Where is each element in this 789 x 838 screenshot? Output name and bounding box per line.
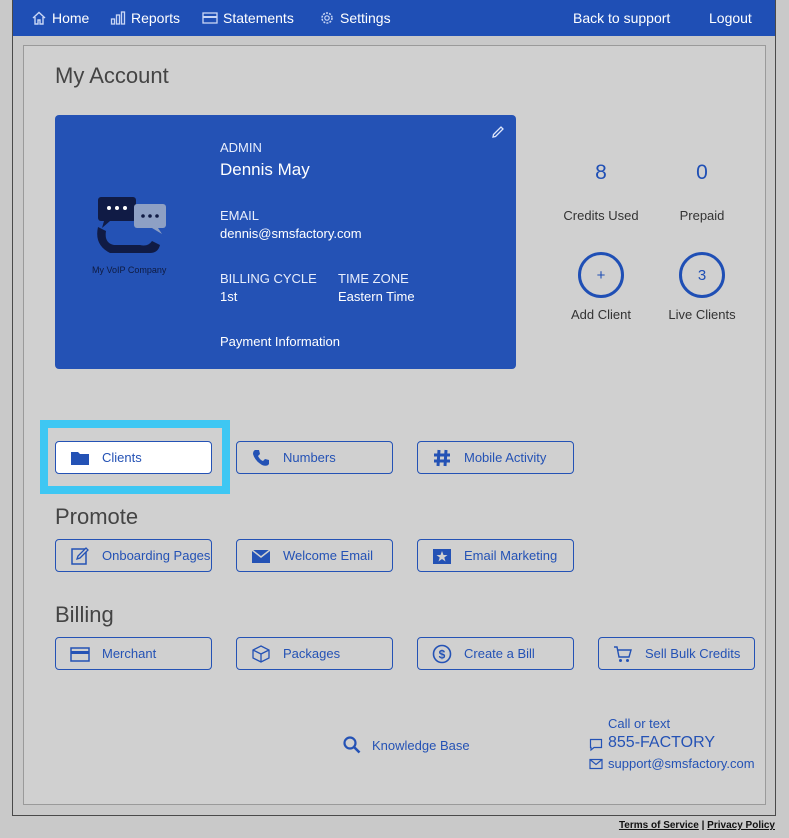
nav-logout[interactable]: Logout	[709, 0, 752, 36]
email-label: EMAIL	[220, 208, 260, 223]
credits-used-value: 8	[595, 161, 607, 184]
time-zone-value: Eastern Time	[338, 289, 415, 304]
mail-icon	[589, 758, 603, 770]
sell-bulk-credits-button[interactable]: Sell Bulk Credits	[598, 637, 755, 670]
nav-home-label: Home	[52, 10, 90, 26]
admin-label: ADMIN	[220, 140, 262, 155]
terms-of-service-link[interactable]: Terms of Service	[619, 820, 699, 831]
nav-logout-label: Logout	[709, 10, 752, 26]
legal-separator: |	[701, 820, 705, 831]
account-card: My VoIP Company ADMIN Dennis May EMAIL d…	[55, 115, 516, 369]
nav-back-to-support[interactable]: Back to support	[573, 0, 670, 36]
welcome-email-button-label: Welcome Email	[283, 548, 374, 563]
hash-icon	[434, 449, 450, 466]
bar-chart-icon	[110, 11, 126, 25]
mobile-activity-button[interactable]: Mobile Activity	[417, 441, 574, 474]
create-a-bill-button[interactable]: $ Create a Bill	[417, 637, 574, 670]
gear-icon	[321, 12, 333, 24]
search-icon	[343, 736, 361, 754]
shopping-cart-icon	[614, 645, 632, 662]
live-clients-label[interactable]: Live Clients	[647, 307, 757, 322]
card-icon	[202, 12, 218, 24]
knowledge-base-label: Knowledge Base	[372, 737, 470, 753]
time-zone-label: TIME ZONE	[338, 271, 409, 286]
numbers-button[interactable]: Numbers	[236, 441, 393, 474]
add-client-button[interactable]: +	[578, 252, 624, 298]
page-title: My Account	[55, 63, 169, 88]
home-icon	[32, 11, 46, 25]
onboarding-pages-button[interactable]: Onboarding Pages	[55, 539, 212, 572]
nav-statements-label: Statements	[223, 10, 294, 26]
prepaid-value: 0	[696, 161, 708, 184]
package-box-icon	[252, 644, 270, 663]
packages-button-label: Packages	[283, 646, 341, 661]
add-client-label[interactable]: Add Client	[546, 307, 656, 322]
privacy-policy-link[interactable]: Privacy Policy	[707, 820, 775, 831]
clients-button-label: Clients	[102, 450, 142, 465]
edit-document-icon	[71, 546, 89, 565]
welcome-email-button[interactable]: Welcome Email	[236, 539, 393, 572]
email-value: dennis@smsfactory.com	[220, 226, 362, 241]
plus-icon: +	[596, 266, 606, 284]
main-panel: My Account My VoIP Company ADMIN Dennis …	[23, 45, 766, 805]
merchant-button-label: Merchant	[102, 646, 157, 661]
pencil-icon[interactable]	[490, 124, 506, 140]
live-clients-count: 3	[697, 266, 707, 284]
logo-caption: My VoIP Company	[92, 265, 167, 275]
prepaid-label: Prepaid	[679, 208, 725, 223]
create-a-bill-button-label: Create a Bill	[464, 646, 535, 661]
credit-card-icon	[70, 646, 90, 662]
email-marketing-icon	[433, 548, 451, 564]
email-marketing-button-label: Email Marketing	[464, 548, 558, 563]
dollar-coin-icon: $	[432, 644, 452, 663]
promote-heading: Promote	[55, 504, 139, 529]
phone-icon	[253, 449, 269, 466]
svg-text:$: $	[439, 647, 446, 661]
support-email-link[interactable]: support@smsfactory.com	[608, 756, 755, 771]
call-or-text-label: Call or text	[608, 716, 671, 731]
nav-reports[interactable]: Reports	[110, 0, 180, 36]
nav-statements[interactable]: Statements	[202, 0, 294, 36]
payment-information-link[interactable]: Payment Information	[220, 334, 340, 349]
folder-icon	[71, 451, 89, 465]
billing-cycle-value: 1st	[220, 289, 238, 304]
legal-links: Terms of Service | Privacy Policy	[619, 820, 775, 831]
merchant-button[interactable]: Merchant	[55, 637, 212, 670]
knowledge-base-link[interactable]: Knowledge Base	[342, 735, 470, 755]
email-marketing-button[interactable]: Email Marketing	[417, 539, 574, 572]
nav-reports-label: Reports	[131, 10, 181, 26]
nav-back-to-support-label: Back to support	[573, 10, 671, 26]
billing-cycle-label: BILLING CYCLE	[220, 271, 317, 286]
phone-number-link[interactable]: 855-FACTORY	[608, 734, 715, 752]
nav-settings-label: Settings	[340, 10, 391, 26]
mobile-activity-button-label: Mobile Activity	[464, 450, 547, 465]
nav-settings[interactable]: Settings	[319, 0, 391, 36]
clients-button[interactable]: Clients	[55, 441, 212, 474]
envelope-icon	[251, 548, 271, 563]
admin-name: Dennis May	[220, 160, 310, 179]
billing-heading: Billing	[55, 602, 114, 627]
packages-button[interactable]: Packages	[236, 637, 393, 670]
onboarding-pages-button-label: Onboarding Pages	[102, 548, 211, 563]
numbers-button-label: Numbers	[283, 450, 336, 465]
credits-used-label: Credits Used	[563, 208, 639, 223]
sell-bulk-credits-button-label: Sell Bulk Credits	[645, 646, 741, 661]
nav-home[interactable]: Home	[31, 0, 89, 36]
chat-bubble-icon	[589, 738, 603, 752]
live-clients-button[interactable]: 3	[679, 252, 725, 298]
app-frame: Home Reports Statements Settings Back to…	[12, 0, 776, 816]
top-nav: Home Reports Statements Settings Back to…	[13, 0, 775, 36]
